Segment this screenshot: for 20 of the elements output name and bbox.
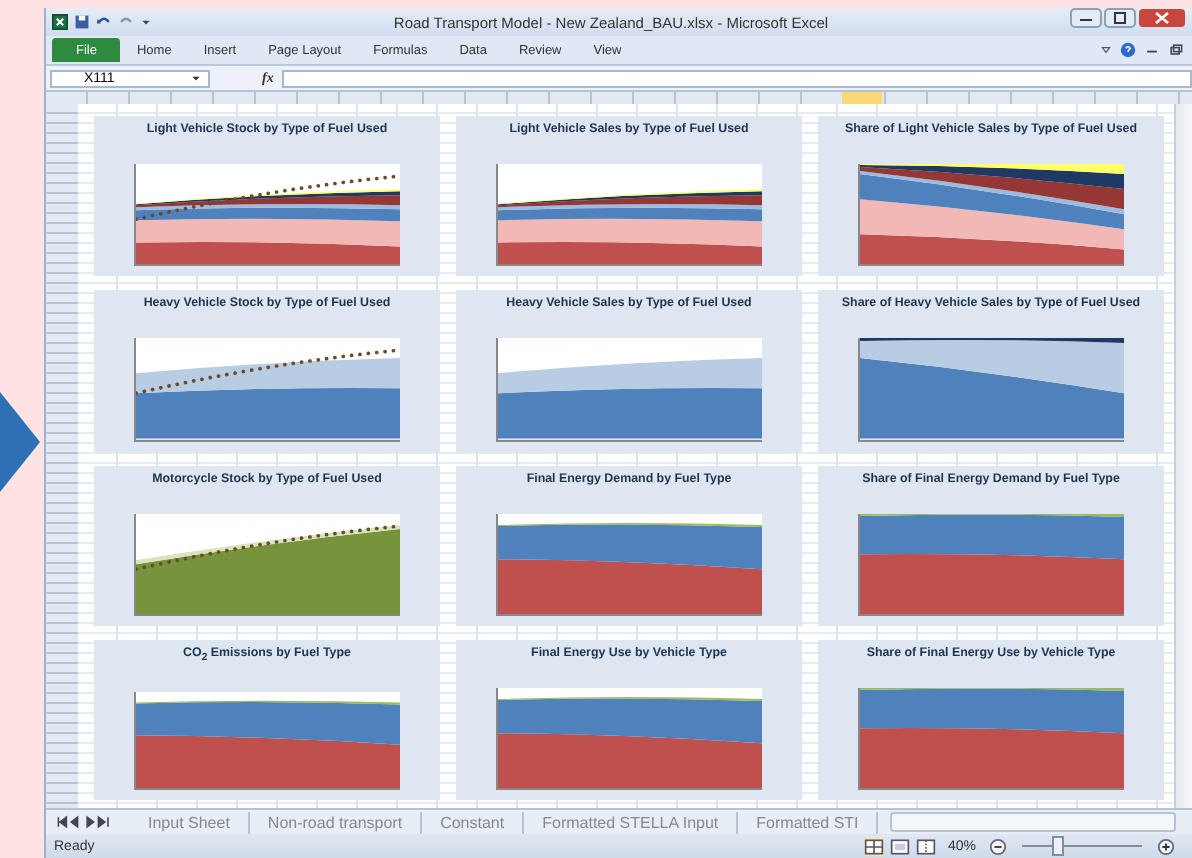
undo-icon[interactable] bbox=[96, 14, 112, 30]
page-break-view-icon[interactable] bbox=[915, 837, 936, 855]
help-icon[interactable] bbox=[1120, 42, 1136, 58]
maximize-icon[interactable] bbox=[1104, 8, 1136, 28]
zoom-slider-thumb[interactable] bbox=[1052, 836, 1064, 856]
save-icon[interactable] bbox=[74, 14, 90, 30]
normal-view-icon[interactable] bbox=[863, 837, 884, 855]
formula-input-field[interactable] bbox=[281, 69, 1192, 87]
minimize-icon[interactable] bbox=[1070, 8, 1102, 28]
collapse-ribbon-icon[interactable] bbox=[1100, 44, 1112, 56]
zoom-in-icon[interactable] bbox=[1156, 837, 1176, 855]
vertical-scrollbar[interactable] bbox=[1174, 104, 1192, 808]
spreadsheet-logo-icon bbox=[52, 14, 68, 30]
zoom-out-icon[interactable] bbox=[988, 837, 1008, 855]
close-icon[interactable] bbox=[1138, 8, 1186, 28]
chevron-arrow-icon bbox=[0, 391, 40, 491]
page-layout-view-icon[interactable] bbox=[889, 837, 910, 855]
caret-icon[interactable] bbox=[140, 16, 152, 28]
restore-icon[interactable] bbox=[1168, 42, 1184, 58]
horizontal-scrollbar[interactable] bbox=[890, 812, 1176, 832]
